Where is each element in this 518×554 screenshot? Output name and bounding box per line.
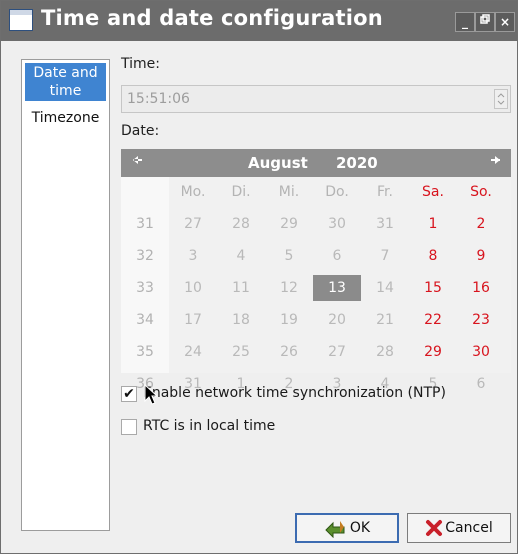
calendar-day[interactable]: 29 [409,339,457,365]
ntp-checkbox[interactable]: ✔ [121,386,137,402]
calendar-day[interactable]: 15 [409,275,457,301]
calendar-day[interactable]: 27 [313,339,361,365]
calendar-day[interactable]: 31 [361,211,409,237]
calendar-day[interactable]: 25 [217,339,265,365]
calendar-day[interactable]: 9 [457,243,505,269]
calendar-day[interactable]: 6 [313,243,361,269]
rtc-label[interactable]: RTC is in local time [143,418,275,434]
date-label: Date: [121,123,160,139]
weekday-header: So. [470,184,492,200]
sidebar-item-timezone[interactable]: Timezone [25,109,106,127]
sidebar-item-date-and-time[interactable]: Date and time [25,63,106,101]
time-date-config-window: Time and date configuration _ × Date and… [0,0,518,554]
maximize-button[interactable] [475,12,495,32]
cancel-button[interactable]: Cancel [407,513,511,543]
calendar-year[interactable]: 2020 [336,154,378,172]
left-arrow-icon [133,156,142,164]
weekday-header: Mi. [278,184,300,200]
calendar-day[interactable]: 28 [217,211,265,237]
calendar-day[interactable]: 26 [265,339,313,365]
ok-arrow-icon [325,521,345,538]
calendar-day[interactable]: 14 [361,275,409,301]
weekday-header: Do. [325,184,349,200]
sidebar-item-label: Date and time [33,65,98,99]
calendar-header: August 2020 [121,149,511,177]
week-number: 34 [136,312,154,328]
window-title: Time and date configuration [41,6,383,30]
rtc-checkbox[interactable] [121,419,137,435]
calendar-day[interactable]: 20 [313,307,361,333]
calendar-day[interactable]: 13 [313,275,361,301]
calendar-day[interactable]: 5 [265,243,313,269]
calendar-day[interactable]: 8 [409,243,457,269]
calendar-day[interactable]: 29 [265,211,313,237]
calendar-day[interactable]: 1 [409,211,457,237]
calendar: August 2020 Mo. Di. Mi. Do. Fr. Sa. So. 31 27 28 2… [121,149,511,392]
right-arrow-icon [491,156,500,164]
week-number: 33 [136,280,154,296]
week-number: 35 [136,344,154,360]
time-spinner[interactable] [494,89,508,109]
calendar-day[interactable]: 6 [457,371,505,397]
weekday-header: Fr. [377,184,393,200]
calendar-day[interactable]: 23 [457,307,505,333]
time-value: 15:51:06 [127,91,190,107]
calendar-day[interactable]: 17 [169,307,217,333]
calendar-day[interactable]: 27 [169,211,217,237]
calendar-day[interactable]: 10 [169,275,217,301]
week-number: 32 [136,248,154,264]
calendar-month[interactable]: August [248,154,308,172]
ok-button[interactable]: OK [295,513,399,543]
calendar-day[interactable]: 24 [169,339,217,365]
week-number: 31 [136,216,154,232]
calendar-day[interactable]: 19 [265,307,313,333]
calendar-day[interactable]: 18 [217,307,265,333]
calendar-day[interactable]: 11 [217,275,265,301]
time-input[interactable]: 15:51:06 [121,85,511,113]
calendar-day[interactable]: 28 [361,339,409,365]
calendar-day[interactable]: 21 [361,307,409,333]
cancel-x-icon [426,520,443,536]
time-label: Time: [121,56,160,72]
calendar-day[interactable]: 3 [169,243,217,269]
checkmark-icon: ✔ [123,386,135,402]
next-month-button[interactable] [487,153,505,171]
spinner-arrows-icon [497,93,505,105]
previous-month-button[interactable] [128,153,146,171]
calendar-day[interactable]: 22 [409,307,457,333]
calendar-day[interactable]: 7 [361,243,409,269]
weekday-header: Di. [231,184,251,200]
minimize-button[interactable]: _ [455,12,475,32]
calendar-day[interactable]: 4 [217,243,265,269]
mouse-cursor-icon [144,384,158,405]
calendar-day[interactable]: 2 [457,211,505,237]
weekday-header: Sa. [422,184,444,200]
title-bar[interactable]: Time and date configuration _ × [1,1,517,41]
close-button[interactable]: × [495,12,515,32]
sidebar-item-label: Timezone [31,110,100,126]
window-icon [9,9,33,31]
calendar-day[interactable]: 16 [457,275,505,301]
calendar-day[interactable]: 12 [265,275,313,301]
ntp-label[interactable]: Enable network time synchronization (NTP… [143,385,446,401]
calendar-day[interactable]: 30 [457,339,505,365]
weekday-header: Mo. [180,184,206,200]
sidebar: Date and time Timezone [21,59,110,531]
maximize-icon [480,14,490,24]
calendar-day[interactable]: 30 [313,211,361,237]
